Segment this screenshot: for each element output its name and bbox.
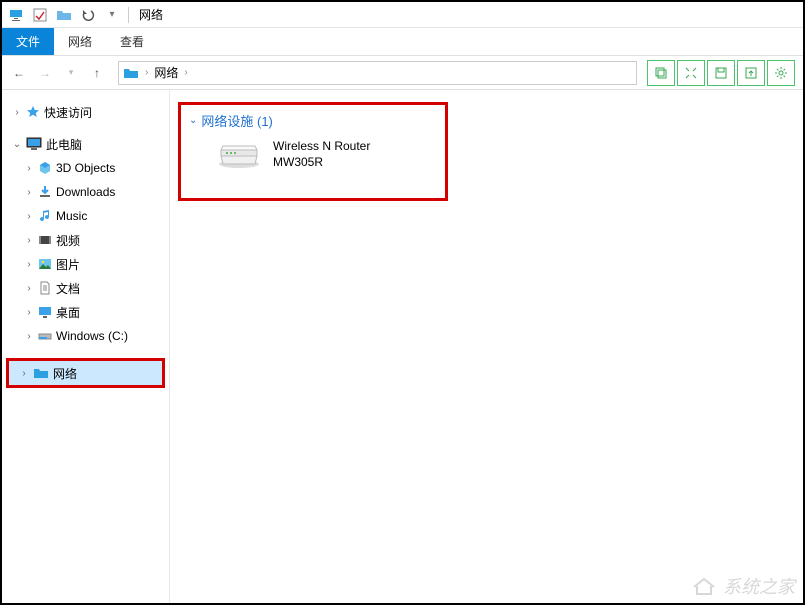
chevron-right-icon[interactable]: › bbox=[184, 67, 187, 78]
tree-label: 桌面 bbox=[56, 304, 80, 321]
ribbon-tab-network[interactable]: 网络 bbox=[54, 28, 106, 55]
tree-label: 文档 bbox=[56, 280, 80, 297]
image-icon bbox=[38, 257, 52, 271]
tree-desktop[interactable]: › 桌面 bbox=[2, 300, 169, 324]
tree-this-pc[interactable]: ⌄ 此电脑 bbox=[2, 132, 169, 156]
tree-label: 图片 bbox=[56, 256, 80, 273]
tree-label: Music bbox=[56, 209, 87, 223]
music-icon bbox=[38, 209, 52, 223]
back-button[interactable]: ← bbox=[8, 62, 30, 84]
tree-label: 此电脑 bbox=[46, 136, 82, 153]
tree-label: 视频 bbox=[56, 232, 80, 249]
expander-icon[interactable]: › bbox=[24, 331, 34, 342]
navigation-pane: › 快速访问 ⌄ 此电脑 › 3D Objects › Downloads › … bbox=[2, 90, 170, 603]
monitor-icon bbox=[26, 137, 42, 151]
ribbon-tabs: 文件 网络 查看 bbox=[2, 28, 803, 56]
expander-icon[interactable]: › bbox=[12, 107, 22, 118]
expander-collapse-icon[interactable]: ⌄ bbox=[12, 139, 22, 150]
tree-pictures[interactable]: › 图片 bbox=[2, 252, 169, 276]
tree-label: Windows (C:) bbox=[56, 329, 128, 343]
breadcrumb-network[interactable]: 网络 bbox=[154, 64, 178, 81]
expander-icon[interactable]: › bbox=[24, 211, 34, 222]
router-icon bbox=[215, 138, 263, 170]
tree-music[interactable]: › Music bbox=[2, 204, 169, 228]
quick-access-new-folder-icon[interactable] bbox=[54, 5, 74, 25]
up-button[interactable]: ↑ bbox=[86, 62, 108, 84]
tool-settings-icon[interactable] bbox=[767, 60, 795, 86]
body-split: › 快速访问 ⌄ 此电脑 › 3D Objects › Downloads › … bbox=[2, 90, 803, 603]
group-header-network-infrastructure[interactable]: ⌄ 网络设施 (1) bbox=[189, 111, 437, 130]
tree-3d-objects[interactable]: › 3D Objects bbox=[2, 156, 169, 180]
title-bar: ▾ 网络 bbox=[2, 2, 803, 28]
group-title: 网络设施 (1) bbox=[201, 111, 273, 130]
expander-icon[interactable]: › bbox=[19, 368, 29, 379]
nav-bar: ← → ▾ ↑ › 网络 › bbox=[2, 56, 803, 90]
chevron-right-icon[interactable]: › bbox=[145, 67, 148, 78]
expander-icon[interactable]: › bbox=[24, 307, 34, 318]
tree-label: 快速访问 bbox=[44, 104, 92, 121]
chevron-down-icon[interactable]: ⌄ bbox=[189, 115, 197, 126]
document-icon bbox=[38, 281, 52, 295]
content-pane: ⌄ 网络设施 (1) Wireless N Router MW305R bbox=[170, 90, 803, 603]
address-bar[interactable]: › 网络 › bbox=[118, 61, 637, 85]
drive-icon bbox=[38, 329, 52, 343]
tree-videos[interactable]: › 视频 bbox=[2, 228, 169, 252]
tree-label: Downloads bbox=[56, 185, 115, 199]
tree-quick-access[interactable]: › 快速访问 bbox=[2, 100, 169, 124]
forward-button[interactable]: → bbox=[34, 62, 56, 84]
tool-copy-icon[interactable] bbox=[647, 60, 675, 86]
desktop-icon bbox=[38, 305, 52, 319]
tool-save-icon[interactable] bbox=[707, 60, 735, 86]
right-toolbar bbox=[647, 60, 795, 86]
recent-locations-dropdown[interactable]: ▾ bbox=[60, 62, 82, 84]
quick-access-properties-icon[interactable] bbox=[30, 5, 50, 25]
device-labels: Wireless N Router MW305R bbox=[273, 138, 370, 170]
expander-icon[interactable]: › bbox=[24, 259, 34, 270]
titlebar-divider bbox=[128, 7, 129, 23]
tree-drive-c[interactable]: › Windows (C:) bbox=[2, 324, 169, 348]
undo-icon[interactable] bbox=[78, 5, 98, 25]
tool-share-icon[interactable] bbox=[737, 60, 765, 86]
window-title: 网络 bbox=[139, 6, 163, 23]
tool-expand-icon[interactable] bbox=[677, 60, 705, 86]
download-icon bbox=[38, 185, 52, 199]
tree-documents[interactable]: › 文档 bbox=[2, 276, 169, 300]
ribbon-tab-view[interactable]: 查看 bbox=[106, 28, 158, 55]
video-icon bbox=[38, 233, 52, 247]
expander-icon[interactable]: › bbox=[24, 235, 34, 246]
star-icon bbox=[26, 105, 40, 119]
tree-label: 网络 bbox=[53, 365, 77, 382]
expander-icon[interactable]: › bbox=[24, 187, 34, 198]
expander-icon[interactable]: › bbox=[24, 283, 34, 294]
device-name-line2: MW305R bbox=[273, 154, 370, 170]
tree-label: 3D Objects bbox=[56, 161, 115, 175]
device-item-router[interactable]: Wireless N Router MW305R bbox=[189, 138, 437, 170]
app-icon bbox=[6, 5, 26, 25]
network-folder-icon bbox=[33, 366, 49, 380]
device-name-line1: Wireless N Router bbox=[273, 138, 370, 154]
customize-qat-dropdown[interactable]: ▾ bbox=[102, 5, 122, 25]
cube-icon bbox=[38, 161, 52, 175]
expander-icon[interactable]: › bbox=[24, 163, 34, 174]
network-breadcrumb-icon bbox=[123, 66, 139, 80]
ribbon-tab-file[interactable]: 文件 bbox=[2, 28, 54, 55]
highlight-annotation: ⌄ 网络设施 (1) Wireless N Router MW305R bbox=[178, 102, 448, 201]
tree-downloads[interactable]: › Downloads bbox=[2, 180, 169, 204]
highlight-annotation: › 网络 bbox=[6, 358, 165, 388]
tree-network[interactable]: › 网络 bbox=[9, 361, 162, 385]
